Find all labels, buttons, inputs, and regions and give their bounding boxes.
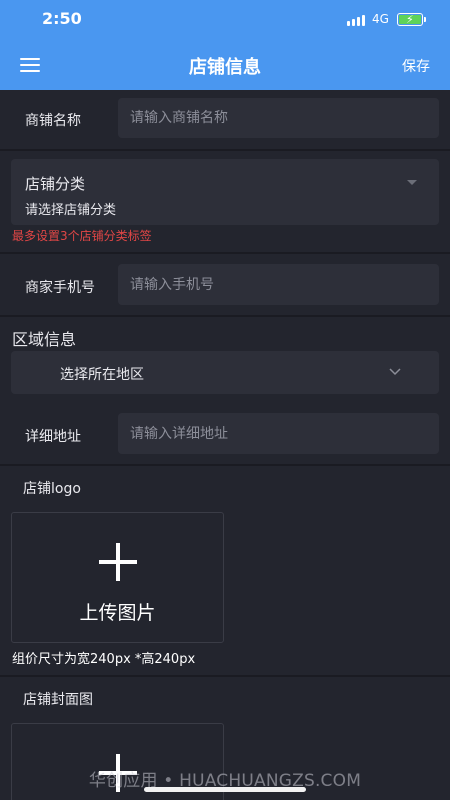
category-value: 请选择店铺分类	[25, 203, 117, 218]
shop-name-label: 商铺名称	[25, 113, 81, 129]
category-hint: 最多设置3个店铺分类标签	[12, 229, 152, 243]
category-picker[interactable]: 店铺分类 请选择店铺分类	[11, 159, 439, 225]
upload-label: 上传图片	[79, 602, 156, 624]
divider	[0, 252, 450, 254]
network-type: 4G	[372, 12, 389, 26]
divider	[0, 675, 450, 677]
region-value: 选择所在地区	[60, 367, 144, 383]
logo-title: 店铺logo	[23, 481, 81, 497]
signal-icon	[347, 14, 367, 26]
chevron-down-icon	[389, 368, 401, 376]
region-picker[interactable]: 选择所在地区	[11, 351, 439, 394]
save-button[interactable]: 保存	[402, 56, 430, 76]
logo-size-note: 组价尺寸为宽240px *高240px	[12, 652, 196, 667]
plus-icon	[99, 543, 137, 581]
dropdown-caret-icon	[407, 180, 417, 185]
status-bar: 2:50 4G ⚡	[0, 0, 450, 40]
address-label: 详细地址	[25, 429, 81, 445]
battery-tip	[424, 17, 426, 22]
divider	[0, 315, 450, 317]
page-title: 店铺信息	[189, 57, 261, 78]
header-bar: 店铺信息 保存	[0, 40, 450, 90]
divider	[0, 149, 450, 151]
divider	[0, 464, 450, 466]
shop-name-input[interactable]	[118, 98, 439, 138]
home-indicator	[144, 787, 306, 792]
phone-input[interactable]	[118, 264, 439, 305]
address-input[interactable]	[118, 413, 439, 454]
category-label: 店铺分类	[25, 175, 86, 193]
battery-icon: ⚡	[397, 13, 423, 26]
region-section-title: 区域信息	[12, 330, 77, 349]
logo-upload-button[interactable]: 上传图片	[11, 512, 224, 643]
cover-title: 店铺封面图	[23, 692, 93, 708]
phone-label: 商家手机号	[25, 280, 95, 296]
status-time: 2:50	[42, 9, 82, 28]
